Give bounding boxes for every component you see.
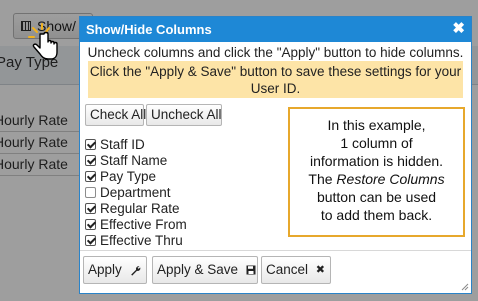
hand-pointer-cursor-icon [28, 23, 58, 60]
column-label: Department [100, 185, 171, 200]
checkbox[interactable] [85, 203, 96, 214]
close-icon[interactable]: ✖ [452, 20, 465, 37]
column-label: Staff Name [100, 153, 168, 168]
save-note-line1: Click the "Apply & Save" button to save … [89, 64, 462, 79]
save-icon [246, 265, 256, 275]
callout-line: 1 column of [340, 135, 413, 151]
wrench-icon [130, 266, 140, 276]
callout-line: In this example, [327, 117, 426, 133]
callout-line: button can be used [316, 189, 437, 205]
callout-line: to add them back. [320, 207, 433, 223]
check-all-button[interactable]: Check All [85, 104, 146, 126]
restore-columns-emphasis: Restore Columns [336, 171, 445, 187]
uncheck-all-button[interactable]: Uncheck All [146, 104, 222, 126]
checkbox[interactable] [85, 235, 96, 246]
column-label: Regular Rate [100, 201, 180, 216]
checkbox[interactable] [85, 171, 96, 182]
footer-divider [80, 250, 471, 251]
save-note: Click the "Apply & Save" button to save … [88, 61, 463, 98]
dialog-title: Show/Hide Columns [86, 22, 212, 37]
show-hide-columns-dialog: Show/Hide Columns ✖ Uncheck columns and … [79, 16, 472, 294]
checkbox[interactable] [85, 155, 96, 166]
column-label: Pay Type [100, 169, 157, 184]
apply-button-label: Apply [88, 262, 122, 277]
callout-line: information is hidden. [309, 153, 444, 169]
column-label: Staff ID [100, 137, 145, 152]
apply-save-button[interactable]: Apply & Save [152, 256, 258, 284]
checkbox[interactable] [85, 139, 96, 150]
cancel-button[interactable]: Cancel ✖ [261, 256, 331, 284]
column-label: Effective Thru [100, 233, 183, 248]
close-icon: ✖ [315, 264, 326, 277]
resize-handle-icon[interactable] [461, 283, 469, 291]
callout-line: The Restore Columns [308, 171, 445, 187]
checkbox[interactable] [85, 187, 96, 198]
apply-button[interactable]: Apply [83, 256, 147, 284]
column-label: Effective From [100, 217, 187, 232]
apply-save-button-label: Apply & Save [157, 262, 239, 277]
instruction-text: Uncheck columns and click the "Apply" bu… [87, 45, 464, 60]
cancel-button-label: Cancel [266, 262, 309, 277]
dialog-titlebar[interactable]: Show/Hide Columns ✖ [80, 17, 471, 42]
checkbox[interactable] [85, 219, 96, 230]
explanation-callout: In this example, 1 column of information… [288, 107, 465, 237]
save-note-line2: User ID. [250, 81, 301, 96]
